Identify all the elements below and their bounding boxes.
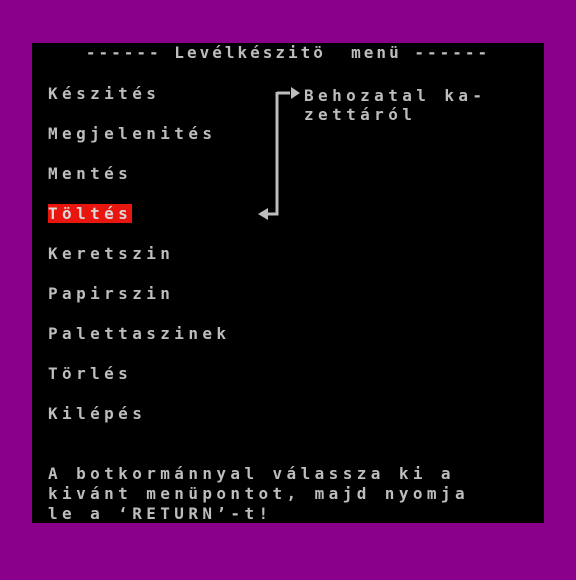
arrow-line: [264, 92, 279, 216]
arrow-head-left: [258, 208, 268, 220]
help-line1: A botkormánnyal válassza ki a: [48, 464, 455, 483]
side-note-line1: Behozatal ka-: [304, 86, 487, 105]
arrow-head-right: [291, 87, 300, 99]
help-line2: kivánt menüpontot, majd nyomja: [48, 484, 469, 503]
help-text: A botkormánnyal válassza ki a kivánt men…: [48, 464, 469, 523]
side-note-line2: zettáról: [304, 105, 417, 124]
side-note: Behozatal ka- zettáról: [304, 86, 486, 124]
menu-screen: ------ Levélkészitö menü ------ Készités…: [32, 43, 544, 523]
help-line3: le a ‘RETURN’-t!: [48, 504, 273, 523]
